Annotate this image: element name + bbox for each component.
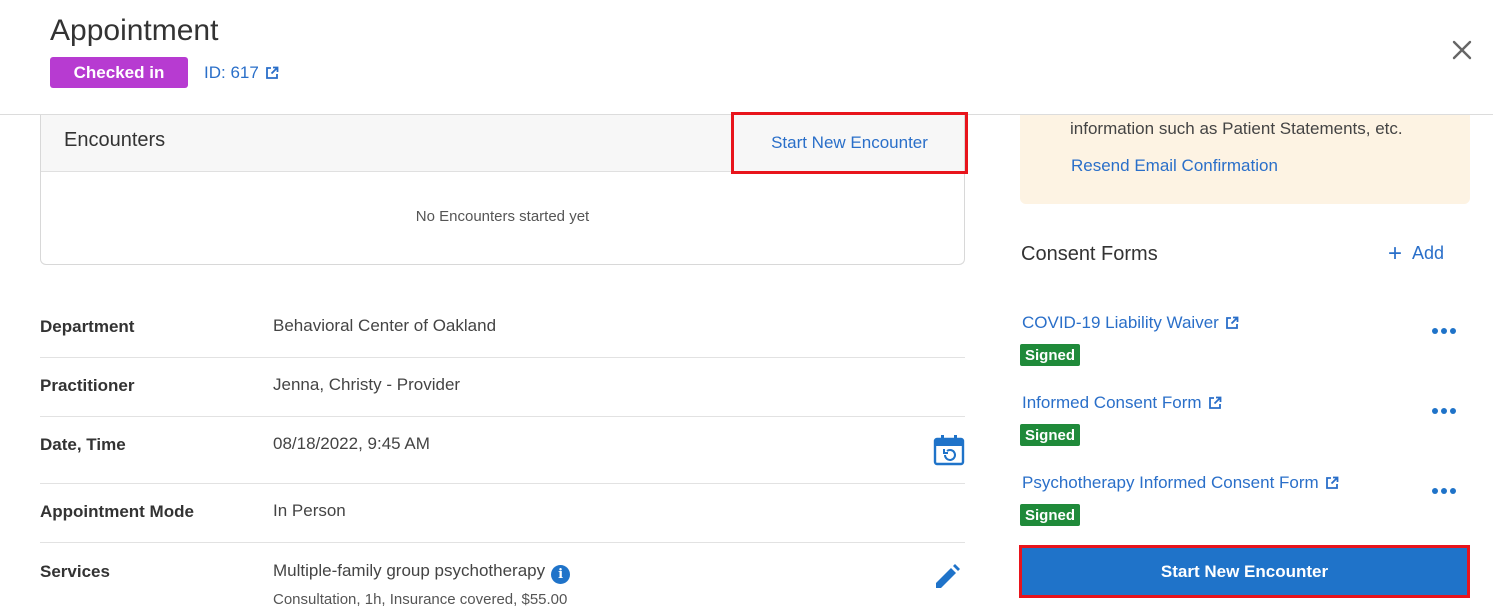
appointment-id-label: ID: 617	[204, 63, 259, 82]
consent-form-name: Informed Consent Form	[1022, 393, 1202, 412]
close-icon[interactable]	[1448, 36, 1476, 64]
more-options-icon[interactable]	[1432, 325, 1458, 337]
more-options-icon[interactable]	[1432, 485, 1458, 497]
detail-row-datetime: Date, Time 08/18/2022, 9:45 AM	[40, 417, 965, 484]
add-consent-form-button[interactable]: + Add	[1388, 239, 1445, 267]
start-new-encounter-button[interactable]: Start New Encounter	[1019, 545, 1470, 598]
detail-row-mode: Appointment Mode In Person	[40, 484, 965, 543]
services-label: Services	[40, 562, 110, 581]
plus-icon: +	[1388, 239, 1403, 267]
consent-form-name: COVID-19 Liability Waiver	[1022, 313, 1219, 332]
more-options-icon[interactable]	[1432, 405, 1458, 417]
signed-badge: Signed	[1020, 344, 1081, 366]
consent-form-item: COVID-19 Liability Waiver Signed	[1020, 313, 1462, 369]
department-value: Behavioral Center of Oakland	[273, 316, 497, 335]
page-title: Appointment	[50, 14, 219, 47]
services-subtext: Consultation, 1h, Insurance covered, $55…	[273, 591, 568, 607]
email-notice-box: information such as Patient Statements, …	[1020, 115, 1470, 204]
appointment-details: Department Behavioral Center of Oakland …	[40, 299, 965, 607]
services-value: Multiple-family group psychotherapy	[273, 561, 546, 580]
detail-row-services: Services Multiple-family group psychothe…	[40, 543, 965, 607]
mode-label: Appointment Mode	[40, 502, 194, 521]
detail-row-practitioner: Practitioner Jenna, Christy - Provider	[40, 358, 965, 417]
encounters-panel: Encounters Start New Encounter No Encoun…	[40, 112, 968, 265]
consent-forms-title: Consent Forms	[1021, 243, 1158, 265]
status-badge: Checked in	[50, 57, 188, 88]
practitioner-label: Practitioner	[40, 376, 135, 395]
consent-form-link[interactable]: COVID-19 Liability Waiver	[1022, 313, 1239, 333]
consent-form-name: Psychotherapy Informed Consent Form	[1022, 473, 1319, 492]
detail-row-department: Department Behavioral Center of Oakland	[40, 299, 965, 358]
encounters-title: Encounters	[64, 129, 166, 151]
encounters-empty-text: No Encounters started yet	[415, 208, 590, 225]
department-label: Department	[40, 317, 135, 336]
add-label: Add	[1412, 243, 1445, 263]
encounters-header: Encounters Start New Encounter	[41, 112, 968, 174]
consent-form-item: Psychotherapy Informed Consent Form Sign…	[1020, 473, 1462, 529]
consent-form-link[interactable]: Psychotherapy Informed Consent Form	[1022, 473, 1339, 493]
datetime-label: Date, Time	[40, 435, 126, 454]
info-icon[interactable]: i	[551, 565, 571, 584]
edit-pencil-icon[interactable]	[933, 563, 961, 591]
appointment-header: Appointment Checked in ID: 617	[0, 0, 1493, 115]
signed-badge: Signed	[1020, 504, 1081, 526]
start-new-encounter-link[interactable]: Start New Encounter	[731, 112, 968, 174]
notice-text: information such as Patient Statements, …	[1070, 119, 1403, 138]
practitioner-value: Jenna, Christy - Provider	[273, 375, 461, 394]
external-link-icon	[1325, 476, 1339, 489]
external-link-icon	[1225, 316, 1239, 329]
services-value-wrap: Multiple-family group psychotherapy i	[273, 561, 571, 584]
datetime-value: 08/18/2022, 9:45 AM	[273, 434, 430, 453]
resend-email-confirmation-link[interactable]: Resend Email Confirmation	[1071, 156, 1278, 176]
calendar-reschedule-icon[interactable]	[933, 434, 965, 466]
signed-badge: Signed	[1020, 424, 1081, 446]
external-link-icon	[265, 66, 279, 79]
consent-form-link[interactable]: Informed Consent Form	[1022, 393, 1222, 413]
consent-form-item: Informed Consent Form Signed	[1020, 393, 1462, 449]
mode-value: In Person	[273, 501, 346, 520]
external-link-icon	[1208, 396, 1221, 409]
appointment-id-link[interactable]: ID: 617	[204, 63, 279, 83]
